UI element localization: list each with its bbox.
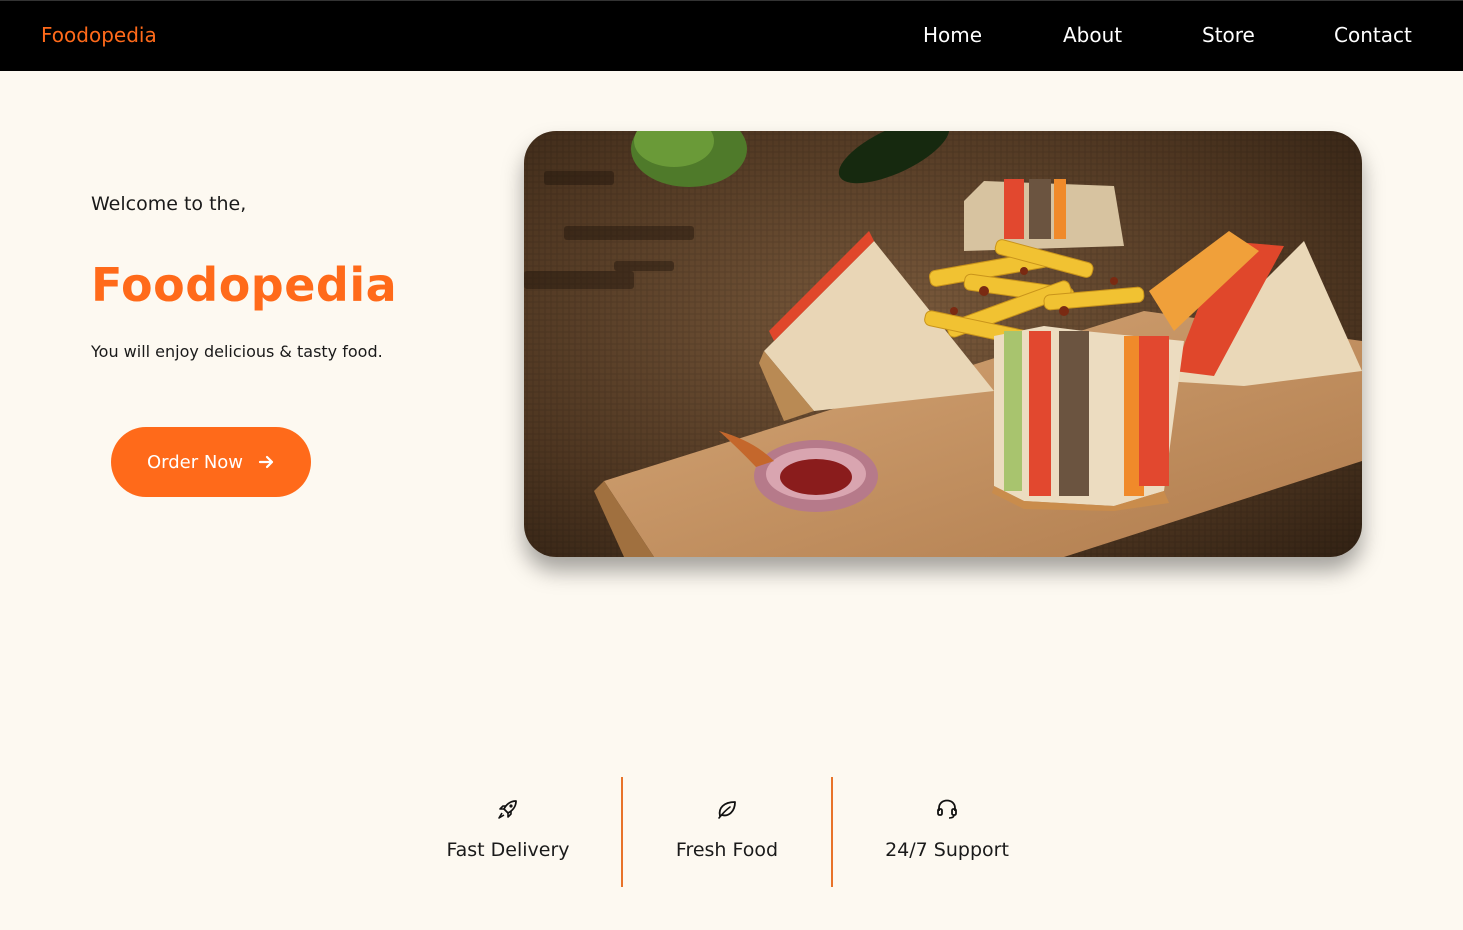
navbar: Foodopedia Home About Store Contact <box>0 0 1463 71</box>
feature-label: Fast Delivery <box>446 839 570 861</box>
nav-link-contact[interactable]: Contact <box>1334 23 1412 47</box>
feature-divider <box>831 777 833 887</box>
welcome-text: Welcome to the, <box>91 193 247 215</box>
nav-link-home[interactable]: Home <box>923 23 982 47</box>
feature-label: Fresh Food <box>675 839 779 861</box>
nav-link-store[interactable]: Store <box>1202 23 1255 47</box>
order-now-label: Order Now <box>146 451 244 473</box>
hero-tagline: You will enjoy delicious & tasty food. <box>91 342 383 361</box>
hero-food-image <box>524 131 1362 557</box>
nav-link-about[interactable]: About <box>1063 23 1122 47</box>
feature-fast-delivery: Fast Delivery <box>436 777 580 887</box>
feature-fresh-food: Fresh Food <box>664 777 790 887</box>
brand-logo[interactable]: Foodopedia <box>41 23 157 47</box>
feature-support: 24/7 Support <box>872 777 1022 887</box>
order-now-button[interactable]: Order Now <box>111 427 311 497</box>
hero-title: Foodopedia <box>91 258 398 312</box>
leaf-icon <box>715 797 739 825</box>
headset-icon <box>935 797 959 825</box>
rocket-icon <box>496 797 520 825</box>
feature-divider <box>621 777 623 887</box>
feature-label: 24/7 Support <box>885 839 1009 861</box>
arrow-right-icon <box>257 453 275 471</box>
